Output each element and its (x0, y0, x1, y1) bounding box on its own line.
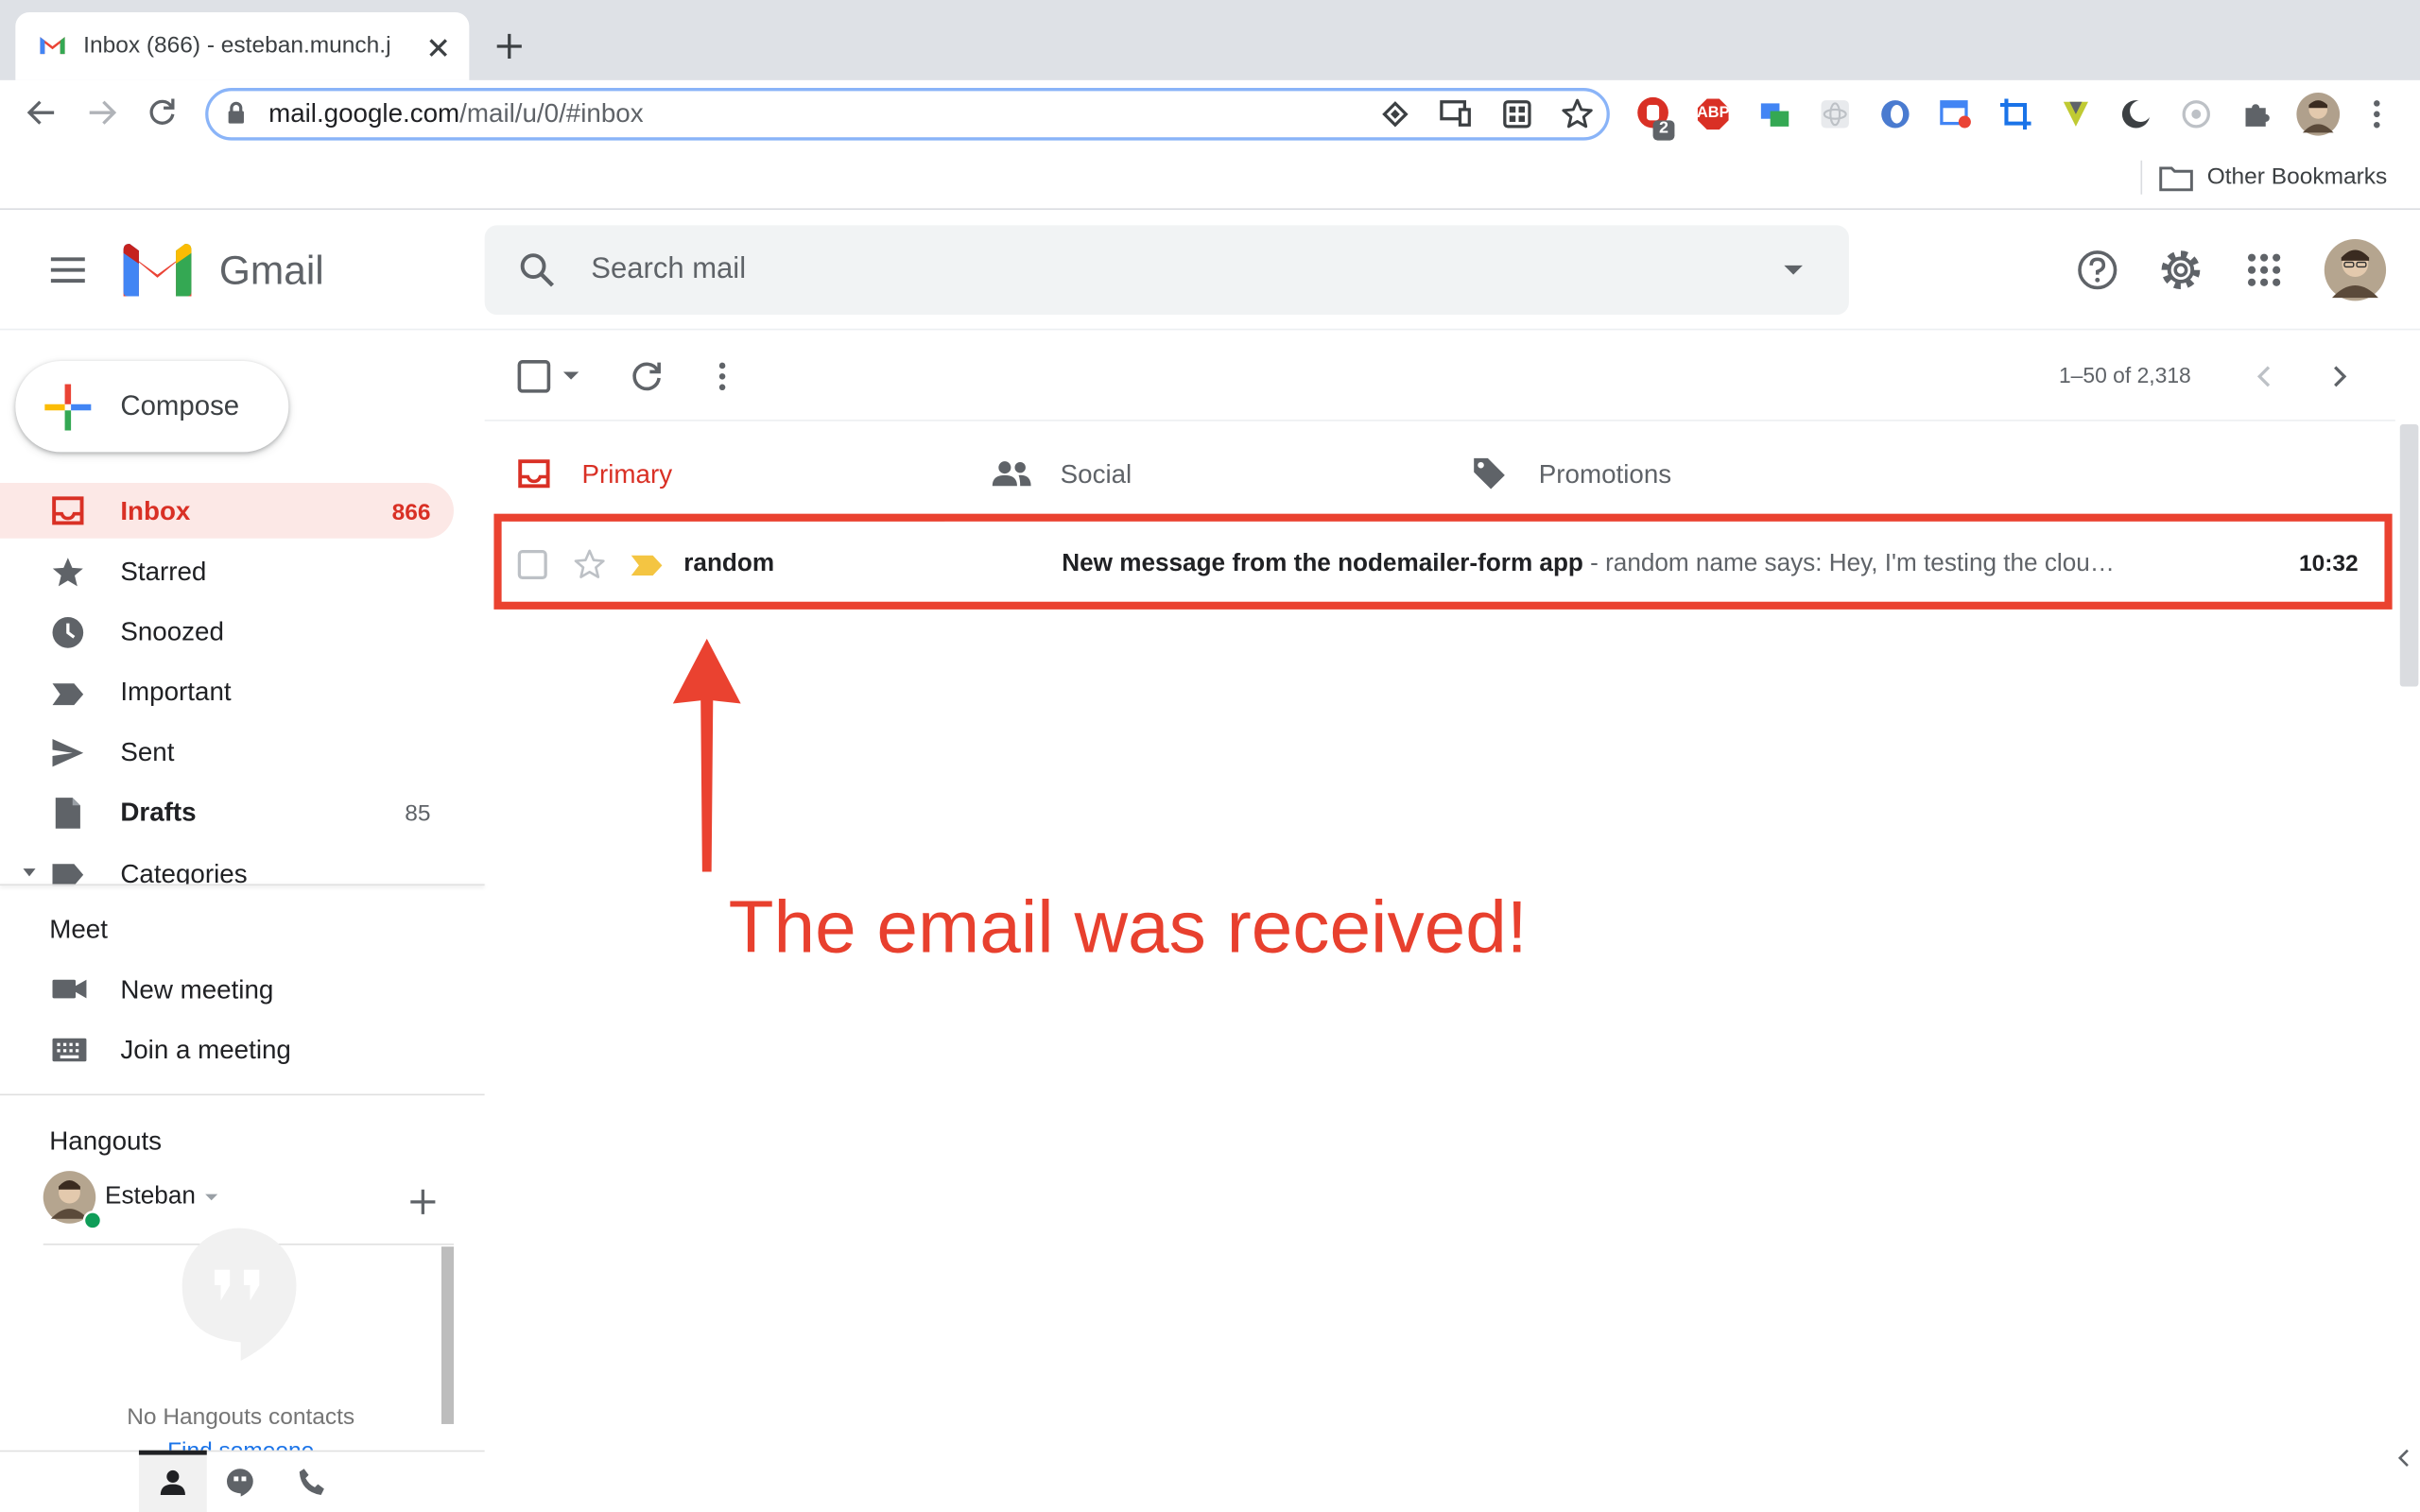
vue-devtools-icon[interactable] (2059, 97, 2093, 131)
status-dropdown-icon[interactable] (204, 1193, 219, 1202)
meet-title: Meet (49, 915, 108, 945)
apps-grid-icon[interactable] (2247, 253, 2281, 287)
find-someone-link[interactable]: Find someone (43, 1438, 439, 1451)
search-icon[interactable] (519, 251, 556, 288)
expand-categories-icon[interactable] (22, 868, 37, 880)
forward-icon[interactable] (86, 98, 117, 126)
nav-label-categories[interactable]: Categories (120, 859, 247, 884)
adblock-label: ABP (1696, 105, 1730, 122)
tag-icon (1474, 457, 1505, 490)
people-icon (992, 461, 1031, 487)
bookmark-star-icon[interactable] (1561, 97, 1595, 131)
bookmarks-divider (2140, 160, 2143, 195)
account-avatar[interactable] (2324, 239, 2387, 301)
side-panel-toggle-icon[interactable] (2395, 1447, 2411, 1469)
video-camera-icon (52, 979, 87, 999)
primary-inbox-icon (518, 459, 550, 489)
new-meeting-link[interactable]: New meeting (120, 975, 273, 1006)
react-devtools-icon[interactable] (1818, 97, 1852, 131)
hangouts-scrollbar[interactable] (441, 1246, 454, 1424)
nav-scroll-divider (0, 884, 485, 886)
inbox-icon (52, 496, 84, 525)
more-actions-icon[interactable] (717, 361, 729, 392)
previous-page-icon[interactable] (2255, 364, 2273, 388)
qr-code-icon[interactable] (1502, 98, 1533, 129)
pagination-range: 1–50 of 2,318 (2058, 362, 2191, 387)
meet-divider (0, 1093, 485, 1096)
tab-promotions-label: Promotions (1538, 459, 1672, 490)
select-all-checkbox[interactable] (517, 359, 551, 393)
inbox-count: 866 (391, 499, 431, 526)
tab-primary-label: Primary (581, 459, 673, 490)
important-icon (52, 683, 84, 706)
nav-label-important: Important (120, 677, 232, 707)
compose-plus-icon (44, 384, 92, 431)
window-extension-icon[interactable] (1939, 97, 1973, 131)
opera-extension-icon[interactable] (1878, 97, 1912, 131)
lock-icon[interactable] (227, 101, 246, 125)
keyboard-icon (52, 1038, 87, 1062)
hangouts-title: Hangouts (49, 1125, 163, 1156)
browser-tab-title: Inbox (866) - esteban.munch.j (83, 32, 391, 60)
site-extension-icon[interactable] (1380, 98, 1411, 129)
quote-bubble-icon (182, 1228, 297, 1361)
extensions-puzzle-icon[interactable] (2239, 97, 2273, 131)
crop-extension-icon[interactable] (1998, 97, 2032, 131)
no-contacts-text: No Hangouts contacts (127, 1403, 355, 1431)
screenshot-extension-icon[interactable] (1758, 97, 1792, 131)
new-conversation-icon[interactable] (409, 1188, 437, 1215)
search-options-icon[interactable] (1783, 264, 1805, 276)
help-icon[interactable] (2076, 249, 2119, 292)
gmail-logo-icon[interactable] (123, 243, 192, 297)
settings-gear-icon[interactable] (2159, 249, 2203, 292)
draft-icon (55, 798, 80, 829)
target-extension-icon[interactable] (2179, 97, 2213, 131)
star-icon (52, 558, 83, 587)
list-scrollbar-thumb[interactable] (2399, 423, 2419, 687)
close-tab-icon[interactable] (427, 37, 449, 59)
annotation-text: The email was received! (728, 886, 1528, 970)
next-page-icon[interactable] (2330, 364, 2349, 388)
back-icon[interactable] (26, 98, 58, 126)
tab-social-label: Social (1060, 459, 1132, 490)
new-tab-icon[interactable] (495, 32, 523, 60)
select-options-icon[interactable] (562, 370, 580, 381)
nav-label-sent: Sent (120, 737, 175, 767)
main-menu-icon[interactable] (49, 254, 86, 285)
drafts-count: 85 (405, 800, 431, 828)
person-icon (160, 1469, 185, 1496)
nav-label-starred: Starred (120, 557, 207, 587)
join-meeting-link[interactable]: Join a meeting (120, 1036, 291, 1067)
browser-menu-icon[interactable] (2371, 98, 2383, 129)
annotation-arrow-icon (672, 638, 741, 872)
phone-icon[interactable] (298, 1468, 327, 1497)
nav-label-snoozed: Snoozed (120, 617, 224, 647)
other-bookmarks-link[interactable]: Other Bookmarks (2207, 163, 2388, 190)
annotation-highlight-box (493, 513, 2393, 610)
hangouts-user-avatar[interactable] (43, 1171, 105, 1232)
dark-mode-icon[interactable] (2119, 97, 2153, 131)
nav-label-drafts: Drafts (120, 798, 197, 828)
gmail-wordmark: Gmail (218, 247, 324, 294)
profile-avatar[interactable] (2296, 92, 2341, 136)
refresh-icon[interactable] (630, 359, 664, 393)
extension-badge: 2 (1658, 118, 1668, 138)
clock-icon (52, 617, 84, 648)
search-input[interactable]: Search mail (591, 253, 746, 287)
header-divider (0, 328, 2420, 331)
reload-icon[interactable] (147, 97, 178, 129)
conversations-icon[interactable] (226, 1469, 254, 1497)
gmail-favicon-icon (40, 37, 65, 55)
url-text[interactable]: mail.google.com/mail/u/0/#inbox (268, 98, 644, 129)
compose-label: Compose (120, 390, 240, 421)
cast-icon[interactable] (1439, 98, 1473, 127)
bookmarks-bar (0, 147, 2420, 211)
nav-label-inbox: Inbox (120, 496, 191, 526)
hangouts-user-name[interactable]: Esteban (105, 1183, 196, 1211)
send-icon (52, 739, 84, 767)
folder-icon[interactable] (2159, 163, 2193, 192)
